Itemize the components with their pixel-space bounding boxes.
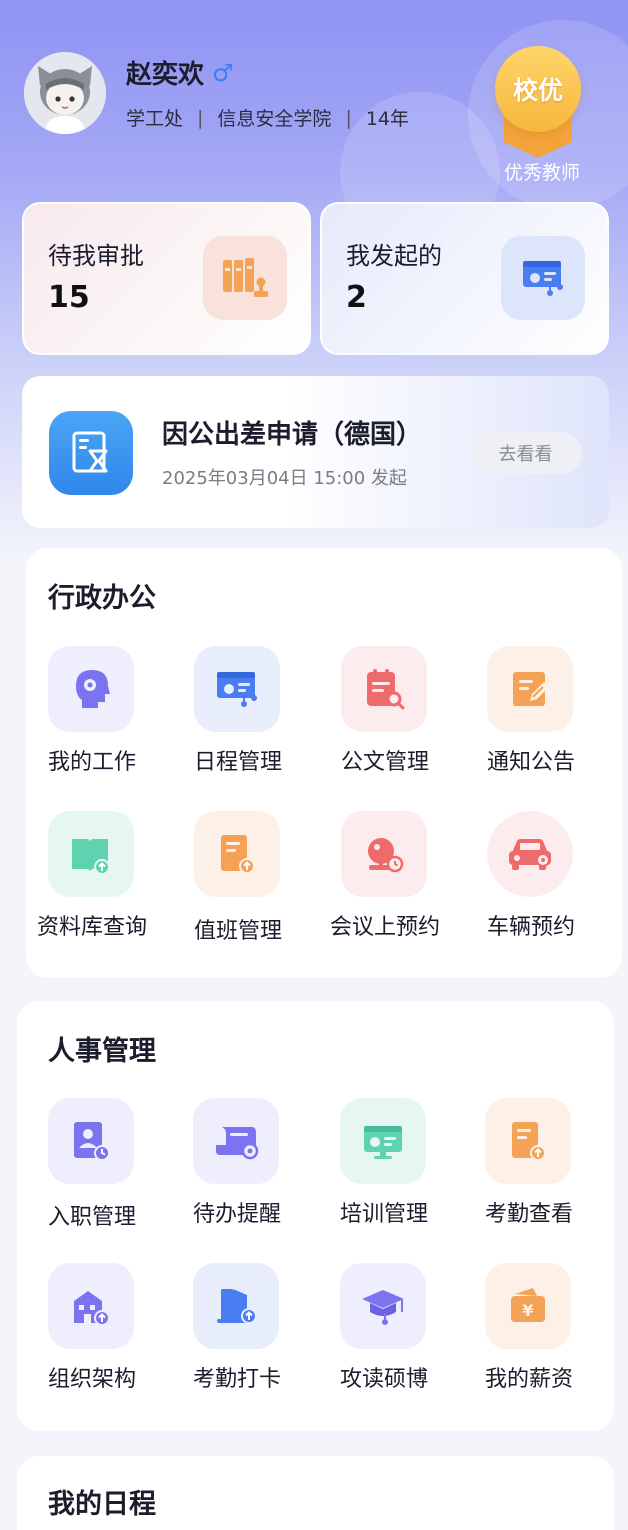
grid-label: 我的薪资 [484, 1367, 573, 1392]
grid-label: 通知公告 [486, 750, 575, 775]
grid-item-library[interactable]: 资料库查询 [19, 811, 165, 951]
hr-section-title: 人事管理 [48, 1036, 156, 1067]
user-meta: 学工处 | 信息安全学院 | 14年 [126, 104, 409, 131]
grid-label: 会议上预约 [329, 915, 440, 940]
wallet-icon: ¥ [485, 1263, 571, 1349]
grid-item-org-structure[interactable]: 组织架构 [19, 1263, 165, 1403]
svg-text:¥: ¥ [522, 1301, 533, 1320]
grid-item-onboarding[interactable]: 入职管理 [19, 1098, 165, 1238]
grid-label: 入职管理 [47, 1205, 136, 1230]
books-stamp-icon [203, 236, 287, 320]
user-years: 14年 [365, 108, 410, 130]
onboard-clock-icon [48, 1098, 134, 1184]
clock-in-icon [193, 1263, 279, 1349]
hourglass-doc-icon [49, 411, 133, 495]
edit-note-icon [487, 646, 573, 732]
grid-item-vehicle[interactable]: 车辆预约 [458, 811, 604, 951]
my-schedule-section: 我的日程 [17, 1456, 614, 1530]
grid-label: 我的工作 [47, 750, 136, 775]
avatar-cartoon-icon [24, 52, 106, 134]
excellent-teacher-badge[interactable]: 校优 优秀教师 [492, 44, 584, 184]
admin-section-title: 行政办公 [48, 583, 156, 614]
meta-divider: | [345, 106, 352, 129]
grid-item-todo-reminder[interactable]: 待办提醒 [164, 1098, 310, 1238]
pending-approval-count: 15 [48, 280, 90, 315]
medal-icon: 校优 [495, 46, 581, 132]
grid-label: 车辆预约 [486, 915, 575, 940]
grid-item-attendance-view[interactable]: 考勤查看 [456, 1098, 602, 1238]
initiated-by-me-card[interactable]: 我发起的 2 [320, 202, 609, 355]
grid-label: 日程管理 [193, 750, 282, 775]
grid-label: 培训管理 [339, 1202, 428, 1227]
user-college: 信息安全学院 [217, 108, 332, 130]
trip-time: 2025年03月04日 15:00 发起 [162, 468, 407, 489]
trip-title: 因公出差申请（德国） [162, 420, 423, 450]
grid-label: 组织架构 [47, 1367, 136, 1392]
user-department: 学工处 [126, 108, 184, 130]
building-icon [48, 1263, 134, 1349]
graduation-cap-icon [340, 1263, 426, 1349]
hr-management-section: 人事管理 入职管理 待办提醒 培训管理 考勤查看 组织架构 考勤打卡 攻读硕博 … [17, 1001, 614, 1431]
view-trip-button[interactable]: 去看看 [469, 432, 582, 474]
car-icon [487, 811, 573, 897]
initiated-count: 2 [346, 280, 367, 315]
meta-divider: | [197, 106, 204, 129]
grid-label: 值班管理 [193, 919, 282, 944]
grid-label: 资料库查询 [36, 915, 147, 940]
grid-item-duty[interactable]: 值班管理 [165, 811, 311, 951]
badge-text: 校优 [512, 76, 563, 105]
grid-item-training[interactable]: 培训管理 [311, 1098, 457, 1238]
badge-label: 优秀教师 [503, 162, 580, 184]
grid-label: 考勤打卡 [192, 1367, 281, 1392]
duty-doc-icon [194, 811, 280, 897]
grid-label: 考勤查看 [484, 1202, 573, 1227]
attendance-doc-icon [485, 1098, 571, 1184]
grid-item-documents[interactable]: 公文管理 [312, 646, 458, 786]
user-name: 赵奕欢 [126, 60, 205, 90]
schedule-section-title: 我的日程 [48, 1489, 156, 1520]
avatar[interactable] [24, 52, 106, 134]
pending-approval-card[interactable]: 待我审批 15 [22, 202, 311, 355]
grid-item-my-work[interactable]: 我的工作 [19, 646, 165, 786]
meeting-bell-icon [341, 811, 427, 897]
admin-office-section: 行政办公 我的工作 日程管理 公文管理 通知公告 资料库查询 值班管理 会议上预… [26, 548, 622, 978]
schedule-board-icon [194, 646, 280, 732]
head-profile-icon [48, 646, 134, 732]
grid-item-clock-in[interactable]: 考勤打卡 [164, 1263, 310, 1403]
grid-label: 待办提醒 [192, 1202, 281, 1227]
book-upload-icon [48, 811, 134, 897]
grid-item-meeting[interactable]: 会议上预约 [312, 811, 458, 951]
grid-item-salary[interactable]: ¥ 我的薪资 [456, 1263, 602, 1403]
training-board-icon [340, 1098, 426, 1184]
grid-item-notices[interactable]: 通知公告 [458, 646, 604, 786]
business-trip-card[interactable]: 因公出差申请（德国） 2025年03月04日 15:00 发起 去看看 [22, 376, 609, 528]
schedule-board-icon [501, 236, 585, 320]
initiated-label: 我发起的 [346, 242, 442, 270]
pending-approval-label: 待我审批 [48, 242, 144, 270]
scroll-eye-icon [193, 1098, 279, 1184]
grid-label: 公文管理 [340, 750, 429, 775]
grid-label: 攻读硕博 [339, 1367, 428, 1392]
grid-item-graduate-study[interactable]: 攻读硕博 [311, 1263, 457, 1403]
grid-item-schedule[interactable]: 日程管理 [165, 646, 311, 786]
document-search-icon [341, 646, 427, 732]
male-gender-icon: ♂ [212, 58, 234, 87]
